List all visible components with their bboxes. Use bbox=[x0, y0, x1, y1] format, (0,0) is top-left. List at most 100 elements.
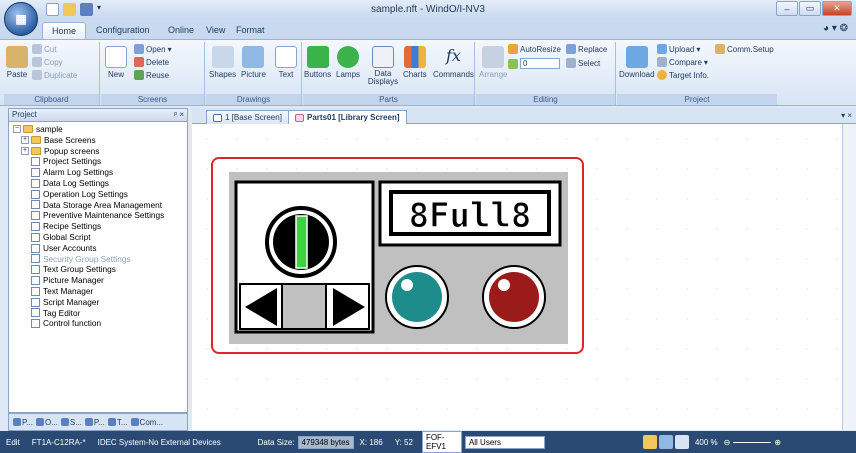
zoom-slider[interactable]: ⊖ ⊕ bbox=[724, 438, 781, 447]
compare-button[interactable]: Compare ▾ bbox=[657, 57, 708, 67]
panel-bottom-tab[interactable]: Com... bbox=[130, 418, 163, 427]
document-icon bbox=[31, 297, 40, 307]
data-displays-button[interactable]: Data Displays bbox=[367, 46, 399, 86]
document-icon bbox=[31, 243, 40, 253]
download-button[interactable]: Download bbox=[619, 46, 655, 79]
tab-format[interactable]: Format bbox=[236, 25, 265, 35]
tree-item[interactable]: Project Settings bbox=[13, 156, 187, 167]
tree-item[interactable]: Alarm Log Settings bbox=[13, 167, 187, 178]
document-icon bbox=[31, 276, 40, 286]
vertical-scrollbar[interactable] bbox=[842, 124, 856, 430]
commands-button[interactable]: fx Commands bbox=[433, 46, 474, 79]
panel-pin-close[interactable]: ᵖ × bbox=[174, 110, 184, 120]
tab-configuration[interactable]: Configuration bbox=[96, 25, 150, 35]
shapes-button[interactable]: Shapes bbox=[209, 46, 236, 79]
tree-item[interactable]: Data Log Settings bbox=[13, 178, 187, 189]
document-icon bbox=[31, 168, 40, 178]
expand-icon[interactable]: + bbox=[21, 136, 29, 145]
page-view-icon[interactable] bbox=[674, 435, 689, 449]
autoresize-button[interactable]: AutoResize bbox=[508, 44, 561, 54]
panel-bottom-tab[interactable]: O... bbox=[35, 418, 58, 427]
tab-library-screen[interactable]: Parts01 [Library Screen] bbox=[288, 110, 407, 124]
tree-item-label: Recipe Settings bbox=[43, 221, 102, 232]
picture-button[interactable]: Picture bbox=[241, 46, 266, 79]
project-panel: Project ᵖ × − sample + Base Screens + Popup s… bbox=[8, 108, 188, 413]
new-screen-button[interactable]: New bbox=[105, 46, 127, 79]
tree-item[interactable]: + Popup screens bbox=[13, 146, 187, 157]
panel-bottom-tab[interactable]: P... bbox=[84, 418, 105, 427]
select-button[interactable]: Select bbox=[566, 58, 600, 68]
buttons-button[interactable]: Buttons bbox=[304, 46, 331, 79]
tree-item[interactable]: + Base Screens bbox=[13, 135, 187, 146]
charts-button[interactable]: Charts bbox=[403, 46, 427, 79]
tab-view[interactable]: View bbox=[206, 25, 225, 35]
tree-item-label: Control function bbox=[43, 318, 102, 329]
tree-item[interactable]: Script Manager bbox=[13, 297, 187, 308]
tabs-menu-icon[interactable]: ▾ × bbox=[841, 111, 852, 120]
tree-item[interactable]: Global Script bbox=[13, 232, 187, 243]
lamp-icon bbox=[337, 46, 359, 68]
grid-view-icon[interactable] bbox=[642, 435, 657, 449]
copy-button[interactable]: Copy bbox=[32, 57, 63, 67]
list-view-icon[interactable] bbox=[658, 435, 673, 449]
upload-button[interactable]: Upload ▾ bbox=[657, 44, 700, 54]
font-select[interactable]: FOF-EFV1 bbox=[421, 431, 462, 453]
panel-bottom-tab[interactable]: S... bbox=[60, 418, 82, 427]
target-info-button[interactable]: Target Info. bbox=[657, 70, 709, 80]
tree-item[interactable]: Tag Editor bbox=[13, 308, 187, 319]
tree-item[interactable]: Picture Manager bbox=[13, 275, 187, 286]
user-select[interactable]: All Users bbox=[464, 435, 545, 449]
tree-item[interactable]: User Accounts bbox=[13, 243, 187, 254]
tree-item[interactable]: Preventive Maintenance Settings bbox=[13, 210, 187, 221]
document-icon bbox=[31, 232, 40, 242]
panel-tab-icon bbox=[13, 418, 21, 426]
document-icon bbox=[31, 211, 40, 221]
reuse-screen-button[interactable]: Reuse bbox=[134, 70, 169, 80]
tree-item-label: Global Script bbox=[43, 231, 91, 242]
text-button[interactable]: Text bbox=[275, 46, 297, 79]
tab-base-screen[interactable]: 1 [Base Screen] bbox=[206, 110, 289, 124]
zoom-in-icon[interactable]: ⊕ bbox=[774, 438, 781, 447]
panel-bottom-tab[interactable]: P... bbox=[13, 418, 33, 427]
minimize-button[interactable]: – bbox=[776, 1, 798, 16]
panel-bottom-tab[interactable]: T... bbox=[107, 418, 128, 427]
open-screen-button[interactable]: Open ▾ bbox=[134, 44, 172, 54]
tree-item[interactable]: Control function bbox=[13, 318, 187, 329]
application-menu-button[interactable]: ▦ bbox=[4, 2, 38, 36]
comm-setup-button[interactable]: Comm.Setup bbox=[715, 44, 774, 54]
status-x: X: 186 bbox=[359, 437, 383, 447]
paste-button[interactable]: Paste bbox=[6, 46, 28, 79]
tab-online[interactable]: Online bbox=[168, 25, 194, 35]
close-button[interactable]: ✕ bbox=[822, 1, 852, 16]
tree-item[interactable]: Data Storage Area Management bbox=[13, 200, 187, 211]
tree-item-label: Data Storage Area Management bbox=[43, 199, 162, 210]
zoom-out-icon[interactable]: ⊖ bbox=[724, 438, 731, 447]
tree-item-label: Tag Editor bbox=[43, 307, 81, 318]
tree-item[interactable]: Security Group Settings bbox=[13, 254, 187, 265]
lamps-button[interactable]: Lamps bbox=[336, 46, 360, 79]
zoom-track bbox=[733, 441, 772, 443]
upload-icon bbox=[657, 44, 667, 54]
screen-icon bbox=[213, 113, 222, 122]
tab-home[interactable]: Home bbox=[42, 22, 87, 40]
tree-item-label: sample bbox=[36, 124, 63, 134]
arrange-button[interactable]: Arrange bbox=[479, 46, 507, 79]
tree-item[interactable]: Recipe Settings bbox=[13, 221, 187, 232]
expand-icon[interactable]: − bbox=[13, 125, 21, 134]
tree-item[interactable]: Text Group Settings bbox=[13, 264, 187, 275]
expand-icon[interactable]: + bbox=[21, 146, 29, 155]
panel-title: Project bbox=[12, 110, 37, 119]
comm-setup-icon bbox=[715, 44, 725, 54]
select-icon bbox=[566, 58, 576, 68]
restore-button[interactable]: ▭ bbox=[799, 1, 821, 16]
help-icon[interactable]: ◕ ▾ ❂ bbox=[823, 23, 848, 34]
grid-spin[interactable]: 0 bbox=[508, 58, 560, 69]
tree-item[interactable]: − sample bbox=[13, 124, 187, 135]
document-icon bbox=[31, 265, 40, 275]
duplicate-button[interactable]: Duplicate bbox=[32, 70, 77, 80]
replace-button[interactable]: Replace bbox=[566, 44, 607, 54]
delete-screen-button[interactable]: Delete bbox=[134, 57, 169, 67]
cut-button[interactable]: Cut bbox=[32, 44, 56, 54]
tree-item[interactable]: Text Manager bbox=[13, 286, 187, 297]
tree-item[interactable]: Operation Log Settings bbox=[13, 189, 187, 200]
